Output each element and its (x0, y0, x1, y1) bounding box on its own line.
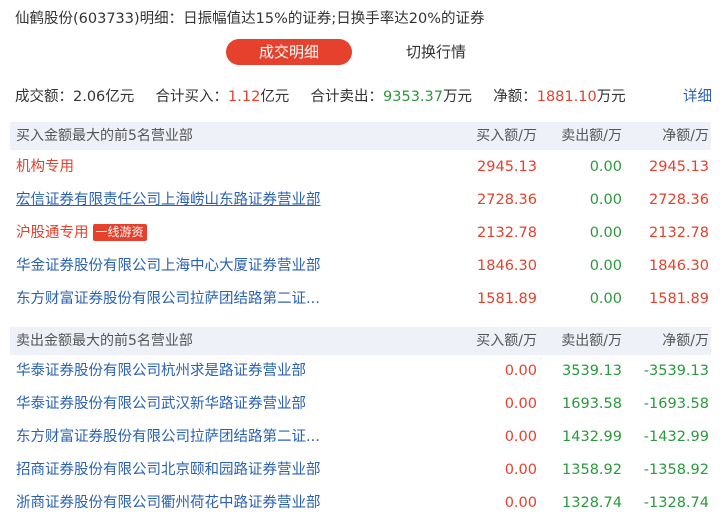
net-amount: -1693.58 (643, 396, 709, 412)
detail-link[interactable]: 详细 (683, 85, 712, 106)
branch-name-link[interactable]: 浙商证券股份有限公司衢州荷花中路证券营业部 (16, 487, 321, 520)
buy-section-heading: 买入金额最大的前5名营业部 (16, 128, 193, 144)
buy-total-value: 1.12 (228, 89, 261, 105)
buy-amount: 1846.30 (477, 258, 537, 274)
sell-amount: 0.00 (589, 291, 622, 307)
net-label: 净额： (493, 89, 537, 105)
col-header-buy: 买入额/万 (476, 333, 537, 349)
branch-name-link[interactable]: 华金证券股份有限公司上海中心大厦证券营业部 (16, 250, 321, 283)
buy-section-header: 买入金额最大的前5名营业部 买入额/万 卖出额/万 净额/万 (10, 122, 711, 150)
buy-amount: 0.00 (504, 495, 537, 511)
sell-amount: 1358.92 (562, 462, 622, 478)
hot-money-badge: 一线游资 (92, 224, 147, 241)
net-amount: 2728.36 (649, 192, 709, 208)
sell-total-unit: 万元 (443, 89, 472, 105)
table-row[interactable]: 东方财富证券股份有限公司拉萨团结路第二证... 1581.89 0.00 158… (10, 283, 711, 316)
page-title: 仙鹤股份(603733)明细：日振幅值达15%的证券;日换手率达20%的证券 (15, 11, 485, 27)
table-row[interactable]: 华泰证券股份有限公司杭州求是路证券营业部 0.00 3539.13 -3539.… (10, 355, 711, 388)
summary-bar: 成交额：2.06亿元 合计买入：1.12亿元 合计卖出：9353.37万元 净额… (15, 85, 626, 106)
tab-bar: 成交明细 切换行情 (0, 38, 727, 66)
buy-total-unit: 亿元 (260, 89, 290, 105)
sell-amount: 0.00 (589, 225, 622, 241)
turnover-value: 2.06 (73, 89, 106, 105)
net-amount: 2132.78 (649, 225, 709, 241)
branch-name: 沪股通专用 (16, 225, 89, 241)
net-amount: 2945.13 (649, 159, 709, 175)
branch-name-link[interactable]: 华泰证券股份有限公司武汉新华路证券营业部 (16, 388, 306, 421)
col-header-sell: 卖出额/万 (561, 128, 622, 144)
table-row[interactable]: 华金证券股份有限公司上海中心大厦证券营业部 1846.30 0.00 1846.… (10, 250, 711, 283)
net-unit: 万元 (596, 89, 626, 105)
branch-name-link[interactable]: 宏信证券有限责任公司上海崂山东路证券营业部 (16, 184, 321, 217)
branch-name-link[interactable]: 东方财富证券股份有限公司拉萨团结路第二证... (16, 283, 320, 316)
net-amount: -1432.99 (643, 429, 709, 445)
net-amount: 1581.89 (649, 291, 709, 307)
buy-amount: 1581.89 (477, 291, 537, 307)
sell-amount: 0.00 (589, 159, 622, 175)
net-value: 1881.10 (536, 89, 597, 105)
col-header-buy: 买入额/万 (476, 128, 537, 144)
net-amount: -1328.74 (643, 495, 709, 511)
net-amount: 1846.30 (649, 258, 709, 274)
col-header-sell: 卖出额/万 (561, 333, 622, 349)
sell-section-header: 卖出金额最大的前5名营业部 买入额/万 卖出额/万 净额/万 (10, 327, 711, 355)
col-header-net: 净额/万 (662, 128, 709, 144)
sell-total-label: 合计卖出： (310, 89, 384, 105)
table-row[interactable]: 浙商证券股份有限公司衢州荷花中路证券营业部 0.00 1328.74 -1328… (10, 487, 711, 520)
sell-amount: 1432.99 (562, 429, 622, 445)
buy-amount: 0.00 (504, 396, 537, 412)
tab-switch-quote[interactable]: 切换行情 (376, 39, 496, 65)
branch-name-link[interactable]: 华泰证券股份有限公司杭州求是路证券营业部 (16, 355, 306, 388)
table-row[interactable]: 华泰证券股份有限公司武汉新华路证券营业部 0.00 1693.58 -1693.… (10, 388, 711, 421)
branch-name-link[interactable]: 招商证券股份有限公司北京颐和园路证券营业部 (16, 454, 321, 487)
buy-amount: 2728.36 (477, 192, 537, 208)
buy-amount: 2945.13 (477, 159, 537, 175)
net-amount: -1358.92 (643, 462, 709, 478)
sell-total-value: 9353.37 (383, 89, 443, 105)
net-amount: -3539.13 (643, 363, 709, 379)
sell-amount: 0.00 (589, 258, 622, 274)
buy-amount: 0.00 (504, 429, 537, 445)
sell-amount: 1693.58 (562, 396, 622, 412)
buy-amount: 0.00 (504, 462, 537, 478)
branch-name: 机构专用 (16, 159, 74, 175)
branch-name-cell: 沪股通专用 一线游资 (16, 217, 147, 250)
branch-name-link[interactable]: 东方财富证券股份有限公司拉萨团结路第二证... (16, 421, 320, 454)
sell-amount: 0.00 (589, 192, 622, 208)
sell-section-heading: 卖出金额最大的前5名营业部 (16, 333, 193, 349)
col-header-net: 净额/万 (662, 333, 709, 349)
buy-total-label: 合计买入： (155, 89, 229, 105)
table-row[interactable]: 沪股通专用 一线游资 2132.78 0.00 2132.78 (10, 217, 711, 250)
table-row[interactable]: 宏信证券有限责任公司上海崂山东路证券营业部 2728.36 0.00 2728.… (10, 184, 711, 217)
buy-amount: 0.00 (504, 363, 537, 379)
sell-amount: 1328.74 (562, 495, 622, 511)
table-row[interactable]: 机构专用 2945.13 0.00 2945.13 (10, 151, 711, 184)
table-row[interactable]: 招商证券股份有限公司北京颐和园路证券营业部 0.00 1358.92 -1358… (10, 454, 711, 487)
table-row[interactable]: 东方财富证券股份有限公司拉萨团结路第二证... 0.00 1432.99 -14… (10, 421, 711, 454)
sell-amount: 3539.13 (562, 363, 622, 379)
buy-amount: 2132.78 (477, 225, 537, 241)
tab-trade-detail[interactable]: 成交明细 (226, 39, 352, 65)
turnover-label: 成交额： (15, 89, 73, 105)
turnover-unit: 亿元 (105, 89, 135, 105)
